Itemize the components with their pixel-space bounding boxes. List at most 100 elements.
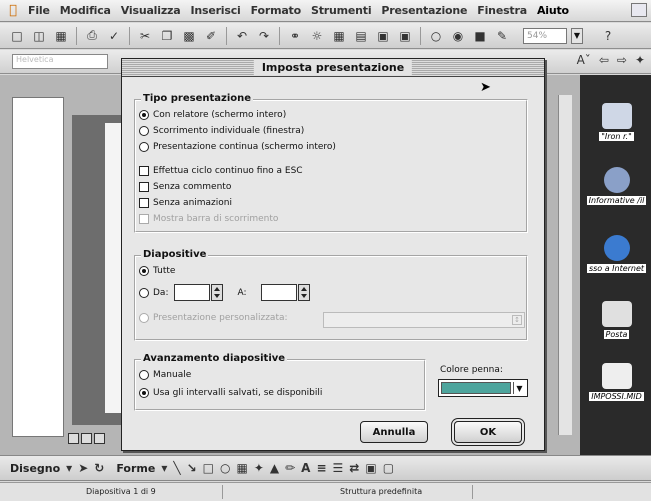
radio-button[interactable]	[139, 142, 149, 152]
dash-style-icon[interactable]: ☰	[333, 461, 344, 475]
dialog-title-bar[interactable]: Imposta presentazione	[122, 59, 544, 77]
desktop-icon[interactable]: Informative /il	[582, 167, 651, 206]
radio-button[interactable]	[139, 126, 149, 136]
desktop-icon[interactable]: IMPOSSI.MID	[582, 363, 651, 402]
cancel-button[interactable]: Annulla	[360, 421, 428, 443]
line-color-icon[interactable]: ✏	[285, 461, 295, 475]
normal-view-icon[interactable]	[68, 433, 79, 444]
menu-visualizza[interactable]: Visualizza	[121, 4, 181, 17]
chevron-down-icon[interactable]: ▾	[66, 461, 72, 475]
radio-with-presenter[interactable]: Con relatore (schermo intero)	[139, 110, 286, 120]
3d-icon[interactable]: ▢	[383, 461, 394, 475]
radio-from-range[interactable]: Da: A:	[139, 284, 310, 301]
menu-formato[interactable]: Formato	[251, 4, 302, 17]
undo-icon[interactable]: ↶	[233, 27, 251, 45]
radio-use-timings[interactable]: Usa gli intervalli salvati, se disponibi…	[139, 388, 322, 398]
checkbox-loop[interactable]: Effettua ciclo continuo fino a ESC	[139, 166, 303, 176]
insert-table-icon[interactable]: ▦	[330, 27, 348, 45]
open-folder-icon[interactable]: ◫	[30, 27, 48, 45]
radio-button[interactable]	[139, 370, 149, 380]
pen-color-popup[interactable]: ▼	[438, 379, 528, 397]
copy-icon[interactable]: ❐	[158, 27, 176, 45]
line-icon[interactable]: ╲	[173, 461, 180, 475]
rectangle-icon[interactable]: □	[203, 461, 214, 475]
insert-chart-icon[interactable]: ▤	[352, 27, 370, 45]
insert-clipart-icon[interactable]: ▣	[374, 27, 392, 45]
new-document-icon[interactable]: □	[8, 27, 26, 45]
autoshapes-menu[interactable]: Forme	[116, 462, 155, 475]
menu-finestra[interactable]: Finestra	[477, 4, 527, 17]
application-menu-icon[interactable]	[631, 3, 647, 17]
menu-aiuto[interactable]: Aiuto	[537, 4, 569, 17]
demote-icon[interactable]: ⇨	[617, 53, 627, 67]
fill-color-icon[interactable]: ▲	[270, 461, 279, 475]
slide-view-icon[interactable]	[94, 433, 105, 444]
promote-icon[interactable]: ⇦	[599, 53, 609, 67]
checkbox-no-animation[interactable]: Senza animazioni	[139, 198, 232, 208]
checkbox[interactable]	[139, 182, 149, 192]
zoom-field[interactable]: 54%	[523, 27, 567, 44]
expand-slide-icon[interactable]: ○	[427, 27, 445, 45]
grayscale-icon[interactable]: ■	[471, 27, 489, 45]
paste-icon[interactable]: ▩	[180, 27, 198, 45]
free-rotate-icon[interactable]: ↻	[94, 461, 104, 475]
to-slide-field[interactable]	[260, 284, 297, 301]
radio-continuous[interactable]: Presentazione continua (schermo intero)	[139, 142, 336, 152]
format-painter-icon[interactable]: ✐	[202, 27, 220, 45]
toolbar-separator	[420, 26, 421, 45]
checkbox-no-narration[interactable]: Senza commento	[139, 182, 231, 192]
increase-font-icon[interactable]: Aˇ	[577, 53, 591, 67]
arrow-style-icon[interactable]: ⇄	[349, 461, 359, 475]
desktop-icon[interactable]: Posta	[582, 301, 651, 340]
radio-all-slides[interactable]: Tutte	[139, 266, 175, 276]
font-color-icon[interactable]: A	[301, 461, 310, 475]
radio-button[interactable]	[139, 388, 149, 398]
cut-icon[interactable]: ✂	[136, 27, 154, 45]
animation-effects-icon[interactable]: ✦	[635, 53, 645, 67]
desktop-icon[interactable]: "Iron r."	[582, 103, 651, 142]
radio-individual-window[interactable]: Scorrimento individuale (finestra)	[139, 126, 304, 136]
font-field[interactable]: Helvetica	[12, 54, 108, 69]
vertical-scrollbar[interactable]	[558, 95, 572, 435]
show-formatting-icon[interactable]: ◉	[449, 27, 467, 45]
to-stepper-icon[interactable]	[297, 284, 310, 301]
outline-view-icon[interactable]	[81, 433, 92, 444]
radio-button[interactable]	[139, 266, 149, 276]
outline-pane[interactable]	[12, 97, 64, 437]
redo-icon[interactable]: ↷	[255, 27, 273, 45]
radio-button[interactable]	[139, 110, 149, 120]
print-icon[interactable]: ⎙	[83, 27, 101, 45]
menu-file[interactable]: File	[28, 4, 50, 17]
hyperlink-icon[interactable]: ⚭	[286, 27, 304, 45]
line-style-icon[interactable]: ≡	[316, 461, 326, 475]
radio-button[interactable]	[139, 287, 149, 298]
radio-manual[interactable]: Manuale	[139, 370, 191, 380]
menu-strumenti[interactable]: Strumenti	[311, 4, 372, 17]
save-icon[interactable]: ▦	[52, 27, 70, 45]
desktop-icon[interactable]: sso a Internet	[582, 235, 651, 274]
ok-button[interactable]: OK	[454, 421, 522, 443]
menu-inserisci[interactable]: Inserisci	[190, 4, 240, 17]
checkbox[interactable]	[139, 166, 149, 176]
from-slide-field[interactable]	[174, 284, 211, 301]
help-icon[interactable]: ?	[599, 27, 617, 45]
from-stepper-icon[interactable]	[211, 284, 224, 301]
checkbox[interactable]	[139, 198, 149, 208]
new-slide-icon[interactable]: ▣	[396, 27, 414, 45]
chevron-down-icon[interactable]: ▾	[161, 461, 167, 475]
wordart-icon[interactable]: ✦	[254, 461, 264, 475]
select-arrow-icon[interactable]: ➤	[78, 461, 88, 475]
menu-presentazione[interactable]: Presentazione	[381, 4, 467, 17]
animation-icon[interactable]: ✎	[493, 27, 511, 45]
text-box-icon[interactable]: ▦	[236, 461, 247, 475]
draw-menu[interactable]: Disegno	[10, 462, 60, 475]
arrow-icon[interactable]: ↘	[187, 461, 197, 475]
apple-menu-icon[interactable]: 	[6, 3, 20, 18]
web-toolbar-icon[interactable]: ☼	[308, 27, 326, 45]
shadow-icon[interactable]: ▣	[365, 461, 376, 475]
formatting-right-tools: Aˇ ⇦ ⇨ ✦	[577, 53, 645, 67]
spelling-icon[interactable]: ✓	[105, 27, 123, 45]
zoom-dropdown-icon[interactable]: ▼	[571, 27, 583, 44]
menu-modifica[interactable]: Modifica	[60, 4, 111, 17]
oval-icon[interactable]: ○	[220, 461, 230, 475]
